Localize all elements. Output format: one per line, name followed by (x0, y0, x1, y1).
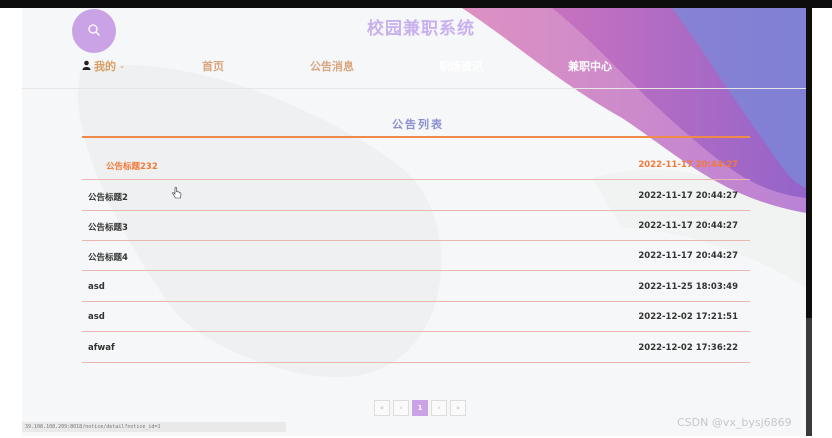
notice-date: 2022-11-17 20:44:27 (638, 221, 738, 231)
notice-row[interactable]: 公告标题4 2022-11-17 20:44:27 (82, 240, 750, 271)
notice-title[interactable]: asd (88, 282, 105, 292)
window-top-border (0, 0, 832, 8)
notice-title[interactable]: 公告标题232 (106, 160, 158, 172)
list-title-underline (82, 136, 750, 138)
last-page-button[interactable]: » (450, 400, 466, 416)
notice-row[interactable]: asd 2022-11-25 18:03:49 (82, 271, 750, 302)
watermark: CSDN @vx_bysj6869 (677, 416, 792, 429)
nav-mine[interactable]: 我的 ⌄ (82, 58, 125, 74)
notice-row[interactable]: asd 2022-12-02 17:21:51 (82, 301, 750, 332)
notice-title[interactable]: afwaf (88, 343, 115, 353)
chevron-down-icon: ⌄ (119, 62, 125, 70)
hand-pointer-icon (172, 184, 182, 203)
nav-mine-label: 我的 (94, 60, 116, 73)
notice-title[interactable]: 公告标题2 (88, 191, 128, 203)
first-page-button[interactable]: « (374, 400, 390, 416)
next-page-button[interactable]: › (431, 400, 447, 416)
nav-home[interactable]: 首页 (202, 58, 224, 74)
notice-date: 2022-11-25 18:03:49 (638, 282, 738, 292)
nav-job[interactable]: 兼职中心 (568, 58, 612, 74)
nav-divider (22, 88, 806, 89)
notice-date: 2022-12-02 17:21:51 (638, 312, 738, 322)
notice-title[interactable]: 公告标题4 (88, 251, 128, 263)
current-page-button[interactable]: 1 (412, 400, 428, 416)
notice-date: 2022-11-17 20:44:27 (638, 251, 738, 261)
status-url-bar: 39.108.108.209:8018/notice/detail?notice… (22, 422, 286, 432)
page-frame: 校园兼职系统 我的 ⌄ 首页 公告消息 职场资讯 兼职中心 公告列表 公告标题2… (22, 8, 806, 436)
nav-info[interactable]: 职场资讯 (439, 58, 483, 74)
notice-row[interactable]: afwaf 2022-12-02 17:36:22 (82, 332, 750, 363)
search-icon (87, 22, 101, 41)
notice-title[interactable]: 公告标题3 (88, 221, 128, 233)
site-title: 校园兼职系统 (367, 19, 475, 39)
prev-page-button[interactable]: ‹ (393, 400, 409, 416)
pagination: « ‹ 1 › » (374, 400, 466, 416)
notice-row[interactable]: 公告标题232 2022-11-17 20:44:27 (82, 149, 750, 180)
notice-row[interactable]: 公告标题2 2022-11-17 20:44:27 (82, 180, 750, 211)
search-button[interactable] (72, 9, 116, 53)
list-title: 公告列表 (392, 118, 444, 131)
notice-date: 2022-12-02 17:36:22 (638, 343, 738, 353)
notice-date: 2022-11-17 20:44:27 (638, 160, 738, 170)
scrollbar-thumb[interactable] (806, 318, 812, 436)
notice-row[interactable]: 公告标题3 2022-11-17 20:44:27 (82, 210, 750, 241)
notice-title[interactable]: asd (88, 312, 105, 322)
user-icon (82, 60, 91, 73)
scrollbar-track[interactable] (806, 8, 812, 318)
nav-notice[interactable]: 公告消息 (310, 58, 354, 74)
notice-date: 2022-11-17 20:44:27 (638, 191, 738, 201)
